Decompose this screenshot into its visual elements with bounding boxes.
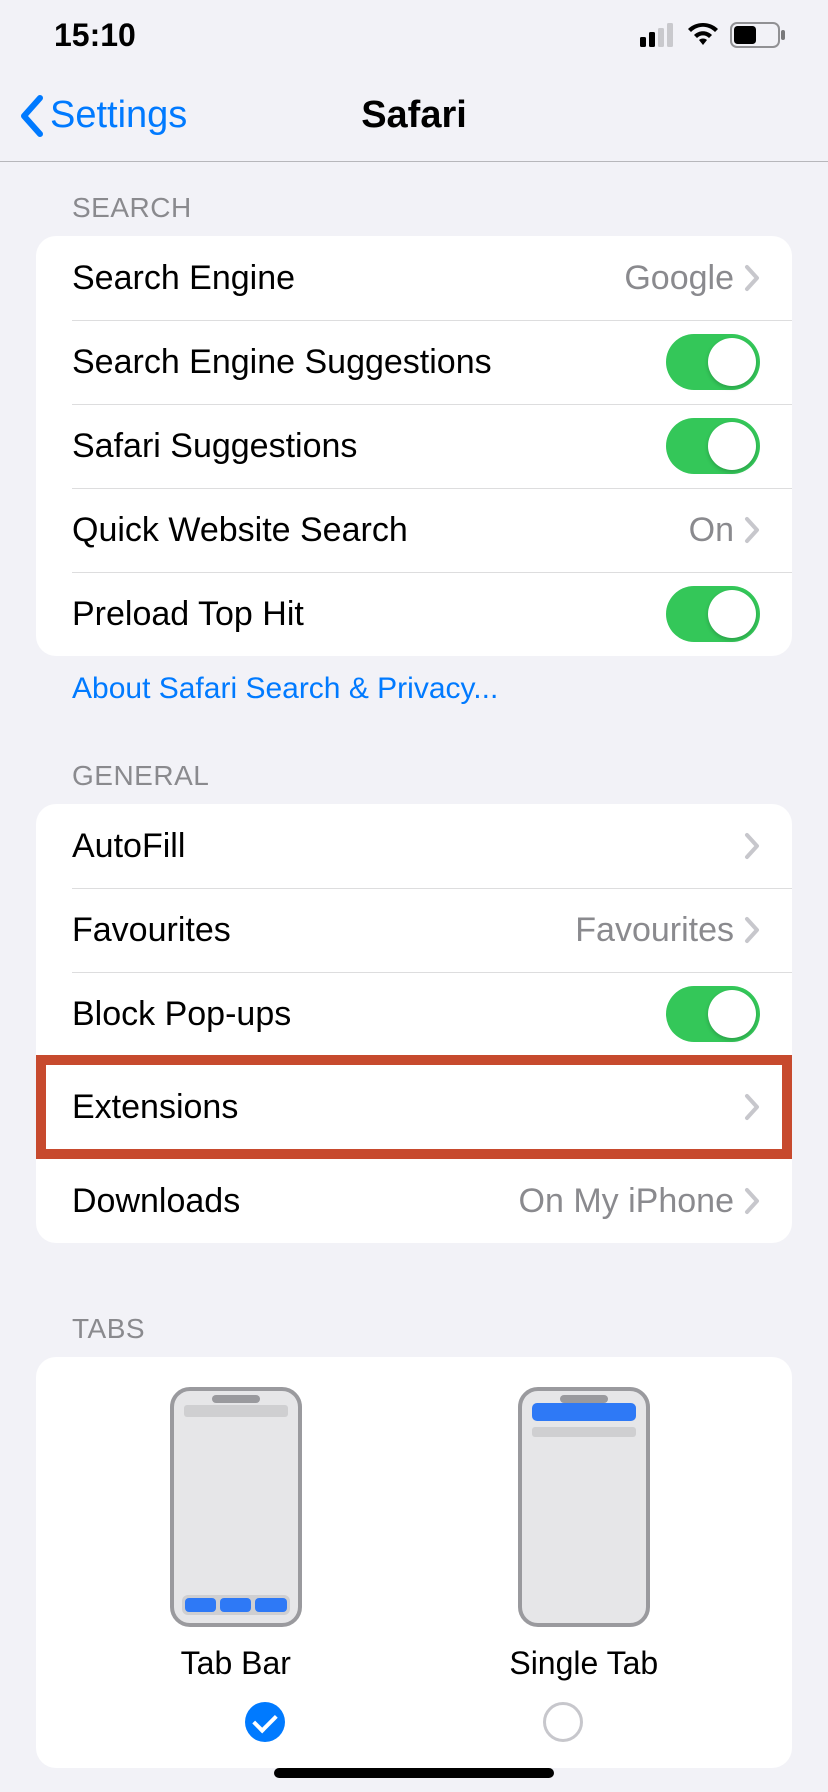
- row-extensions[interactable]: Extensions: [46, 1065, 782, 1149]
- radio-tab-bar[interactable]: [245, 1702, 285, 1742]
- chevron-right-icon: [744, 1187, 760, 1215]
- row-label: Preload Top Hit: [72, 595, 666, 634]
- tab-option-label: Tab Bar: [181, 1645, 291, 1682]
- row-label: Block Pop-ups: [72, 995, 666, 1034]
- tab-option-tab-bar[interactable]: Tab Bar: [170, 1387, 302, 1682]
- row-search-engine[interactable]: Search Engine Google: [36, 236, 792, 320]
- section-header-search: SEARCH: [0, 162, 828, 236]
- chevron-right-icon: [744, 516, 760, 544]
- row-label: Safari Suggestions: [72, 427, 666, 466]
- row-label: Search Engine Suggestions: [72, 343, 666, 382]
- toggle-search-engine-suggestions[interactable]: [666, 334, 760, 390]
- status-bar: 15:10: [0, 0, 828, 70]
- general-group-top: AutoFill Favourites Favourites Block Pop…: [36, 804, 792, 1056]
- status-indicators: [640, 22, 786, 48]
- row-label: Downloads: [72, 1182, 519, 1221]
- row-label: Favourites: [72, 911, 575, 950]
- highlight-extensions: Extensions: [36, 1055, 792, 1159]
- chevron-right-icon: [744, 916, 760, 944]
- row-block-popups: Block Pop-ups: [36, 972, 792, 1056]
- phone-mock-tab-bar: [170, 1387, 302, 1627]
- tabs-radio-row: [36, 1702, 792, 1762]
- row-favourites[interactable]: Favourites Favourites: [36, 888, 792, 972]
- home-indicator[interactable]: [274, 1768, 554, 1778]
- row-label: AutoFill: [72, 827, 744, 866]
- row-value: Favourites: [575, 911, 734, 950]
- tabs-group: Tab Bar Single Tab: [36, 1357, 792, 1768]
- phone-mock-single-tab: [518, 1387, 650, 1627]
- row-downloads[interactable]: Downloads On My iPhone: [36, 1159, 792, 1243]
- search-footer-link[interactable]: About Safari Search & Privacy...: [0, 656, 828, 706]
- radio-single-tab[interactable]: [543, 1702, 583, 1742]
- cellular-icon: [640, 23, 676, 47]
- row-safari-suggestions: Safari Suggestions: [36, 404, 792, 488]
- chevron-right-icon: [744, 264, 760, 292]
- status-time: 15:10: [54, 17, 136, 54]
- row-label: Extensions: [72, 1088, 744, 1127]
- navigation-bar: Settings Safari: [0, 70, 828, 162]
- row-label: Quick Website Search: [72, 511, 689, 550]
- row-value: Google: [624, 259, 734, 298]
- row-autofill[interactable]: AutoFill: [36, 804, 792, 888]
- row-value: On My iPhone: [519, 1182, 734, 1221]
- wifi-icon: [686, 23, 720, 47]
- section-header-tabs: TABS: [0, 1243, 828, 1357]
- row-label: Search Engine: [72, 259, 624, 298]
- toggle-block-popups[interactable]: [666, 986, 760, 1042]
- row-preload-top-hit: Preload Top Hit: [36, 572, 792, 656]
- section-header-general: GENERAL: [0, 706, 828, 804]
- battery-icon: [730, 22, 786, 48]
- toggle-safari-suggestions[interactable]: [666, 418, 760, 474]
- tabs-options: Tab Bar Single Tab: [36, 1357, 792, 1702]
- row-value: On: [689, 511, 734, 550]
- row-quick-website-search[interactable]: Quick Website Search On: [36, 488, 792, 572]
- toggle-preload-top-hit[interactable]: [666, 586, 760, 642]
- chevron-right-icon: [744, 1093, 760, 1121]
- row-search-engine-suggestions: Search Engine Suggestions: [36, 320, 792, 404]
- chevron-right-icon: [744, 832, 760, 860]
- page-title: Safari: [0, 94, 828, 137]
- tab-option-label: Single Tab: [509, 1645, 658, 1682]
- general-group-bottom: Downloads On My iPhone: [36, 1159, 792, 1243]
- search-group: Search Engine Google Search Engine Sugge…: [36, 236, 792, 656]
- tab-option-single-tab[interactable]: Single Tab: [509, 1387, 658, 1682]
